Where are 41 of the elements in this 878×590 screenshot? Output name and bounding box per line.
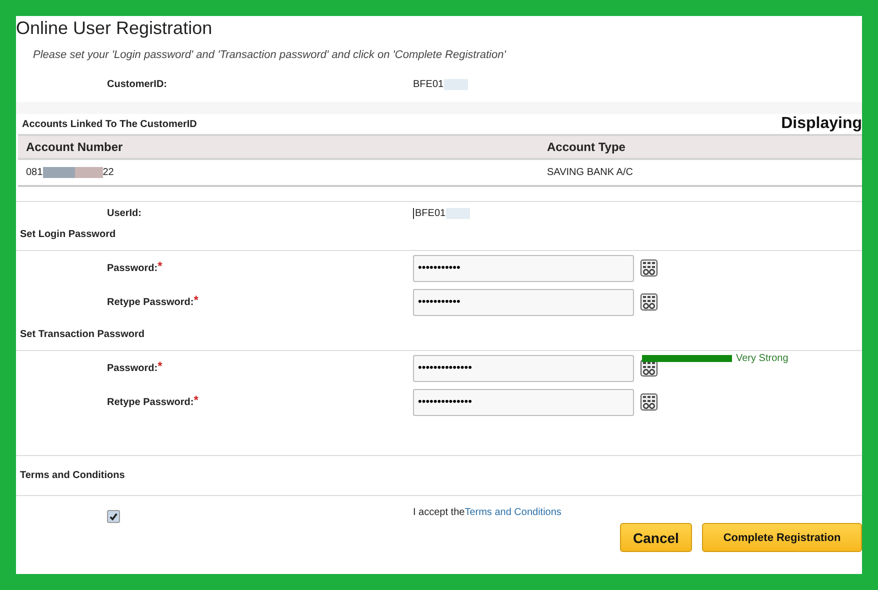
terms-link[interactable]: Terms and Conditions xyxy=(464,507,562,518)
redaction-block xyxy=(74,167,103,178)
virtual-keyboard-icon[interactable] xyxy=(640,293,658,312)
account-number-end: 22 xyxy=(102,167,114,178)
virtual-keyboard-icon[interactable] xyxy=(640,259,658,278)
customer-id-label: CustomerID: xyxy=(106,79,168,90)
redaction-block xyxy=(446,208,470,220)
instruction-text: Please set your 'Login password' and 'Transaction password' and click on 'Complete Registration' xyxy=(33,49,508,61)
field-label: Retype Password: xyxy=(107,296,194,308)
section-heading: Terms and Conditions xyxy=(19,469,126,484)
password-field[interactable]: •••••••••••••• xyxy=(413,354,634,382)
accept-checkbox[interactable] xyxy=(107,510,120,524)
password-field[interactable]: •••••••••••••• xyxy=(413,388,634,416)
complete-registration-button[interactable]: Complete Registration xyxy=(702,523,862,552)
cancel-button[interactable]: Cancel xyxy=(620,523,692,552)
redaction-block xyxy=(444,79,468,90)
virtual-keyboard-icon[interactable] xyxy=(640,393,658,412)
required-mark: * xyxy=(158,359,162,374)
page-title: Online User Registration xyxy=(16,17,214,39)
virtual-keyboard-icon[interactable] xyxy=(640,359,658,378)
table-cell: SAVING BANK A/C xyxy=(539,159,862,186)
required-mark: * xyxy=(158,259,162,274)
account-number-start: 081 xyxy=(26,167,43,178)
section-heading: Set Login Password xyxy=(20,229,117,240)
column-header: Account Type xyxy=(539,135,862,159)
displaying-text: Displaying xyxy=(781,115,862,133)
required-mark: * xyxy=(194,293,198,308)
strength-label: Very Strong xyxy=(736,353,788,364)
customer-id-value: BFE01 xyxy=(413,79,444,90)
column-header: Account Number xyxy=(18,135,539,159)
field-label: Password: xyxy=(107,262,158,274)
field-label: Password: xyxy=(107,362,158,374)
accounts-heading: Accounts Linked To The CustomerID xyxy=(22,118,197,130)
user-id-label: UserId: xyxy=(106,208,142,220)
accept-text: I accept the xyxy=(413,507,465,518)
password-field[interactable]: ••••••••••• xyxy=(413,288,634,316)
required-mark: * xyxy=(194,393,198,408)
redaction-block xyxy=(42,167,75,178)
password-field[interactable]: ••••••••••• xyxy=(413,254,634,282)
field-label: Retype Password: xyxy=(107,396,194,408)
section-heading: Set Transaction Password xyxy=(20,329,146,340)
